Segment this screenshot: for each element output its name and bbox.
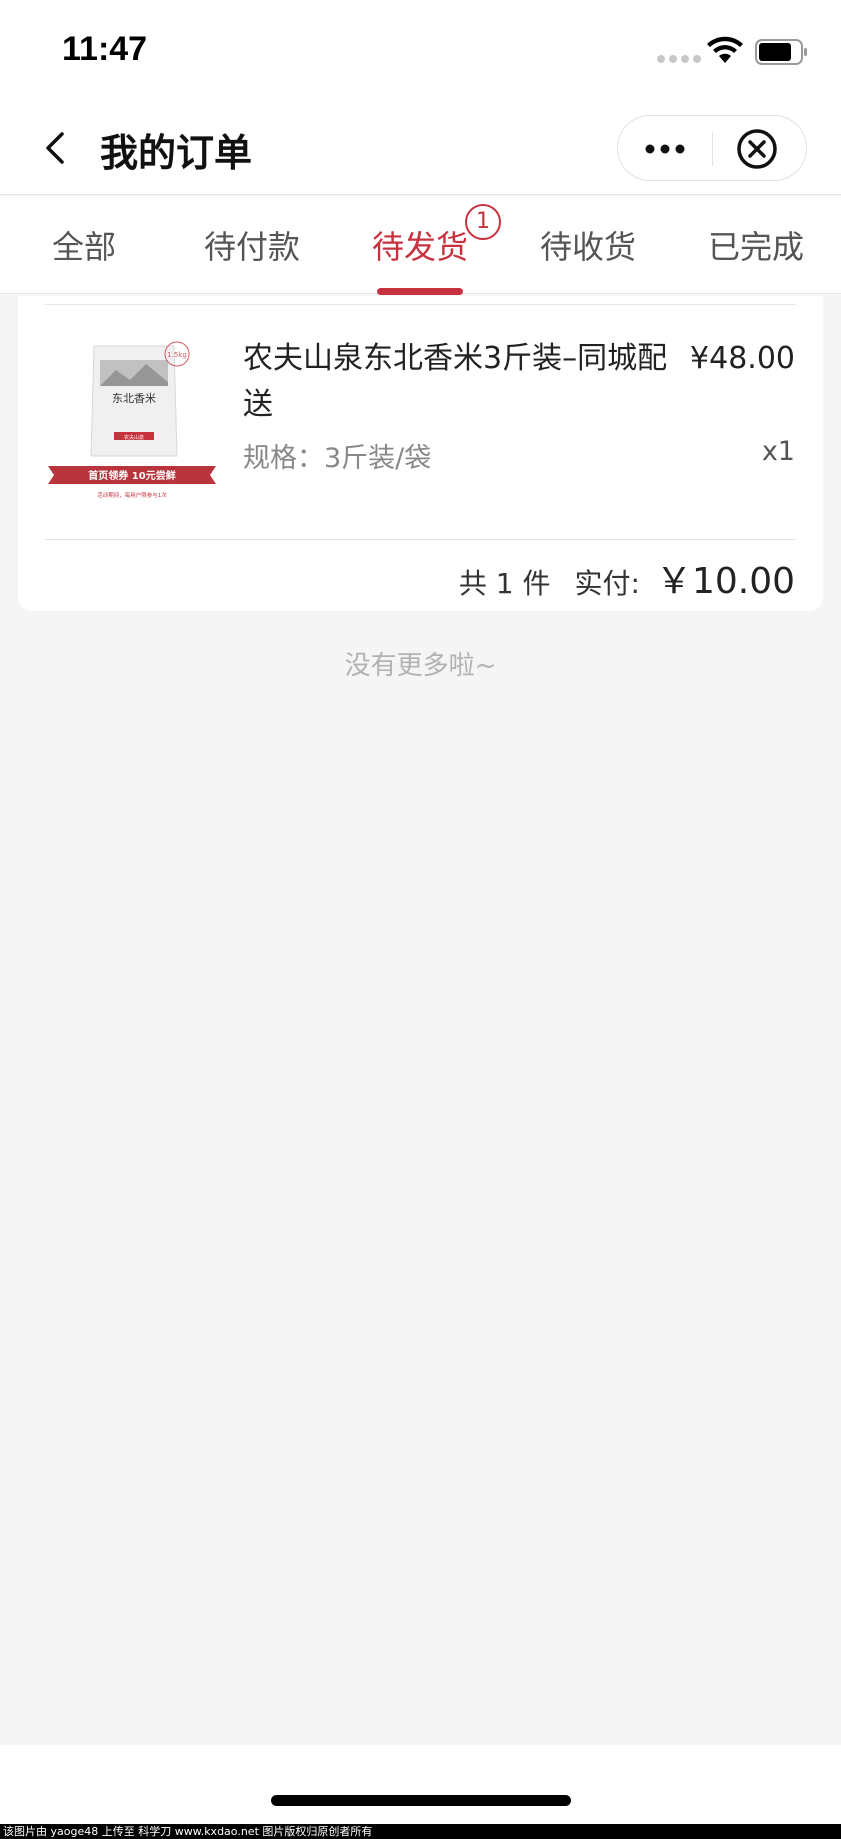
status-bar: 11:47 [0, 0, 841, 100]
item-count: 共 1 件 [458, 567, 551, 600]
home-indicator[interactable] [271, 1795, 571, 1806]
tab-badge-count: 1 [465, 204, 501, 240]
end-of-list-text: 没有更多啦~ [344, 651, 497, 681]
product-name: 农夫山泉东北香米3斤装–同城配送 [243, 341, 668, 422]
weight-tag: 1.5kg [167, 351, 187, 359]
nav-bar: 我的订单 [0, 100, 841, 195]
order-card[interactable]: 东北香米 农夫山泉 1.5kg 首页领券 10元尝鲜 活动期间，每用户限参与1次… [18, 296, 823, 611]
bag-title: 东北香米 [112, 392, 156, 405]
promo-fine-print: 活动期间，每用户限参与1次 [97, 491, 167, 499]
product-price: ¥48.00 [690, 341, 795, 376]
paid-total: ￥10.00 [655, 561, 795, 602]
product-image[interactable]: 东北香米 农夫山泉 1.5kg 首页领券 10元尝鲜 活动期间，每用户限参与1次 [46, 336, 218, 508]
paid-label: 实付: [574, 567, 640, 600]
product-spec: 规格：3斤装/袋 [243, 443, 432, 474]
wifi-icon [707, 36, 743, 63]
close-icon[interactable] [736, 128, 778, 170]
promo-banner-text: 首页领券 10元尝鲜 [88, 469, 175, 482]
tab-completed[interactable]: 已完成 [672, 196, 840, 294]
active-tab-indicator [377, 288, 463, 295]
signal-icon [657, 55, 701, 63]
divider [45, 539, 796, 540]
tab-all[interactable]: 全部 [0, 196, 168, 294]
order-summary: 共 1 件 实付: ￥10.00 [459, 552, 795, 602]
watermark-text: 该图片由 yaoge48 上传至 科学刀 www.kxdao.net 图片版权归… [0, 1824, 841, 1839]
battery-icon [755, 39, 807, 65]
capsule-divider [712, 132, 713, 166]
page-title: 我的订单 [100, 131, 253, 175]
bag-brand: 农夫山泉 [124, 434, 144, 441]
tab-pending-payment[interactable]: 待付款 [168, 196, 336, 294]
status-time: 11:47 [62, 30, 148, 68]
mini-program-capsule [617, 115, 807, 181]
product-quantity: x1 [761, 436, 795, 467]
tab-pending-receipt[interactable]: 待收货 [504, 196, 672, 294]
more-icon[interactable] [642, 132, 688, 166]
back-icon[interactable] [40, 128, 70, 168]
divider [45, 304, 796, 305]
order-status-tabs: 全部 待付款 待发货 待收货 已完成 [0, 196, 841, 295]
